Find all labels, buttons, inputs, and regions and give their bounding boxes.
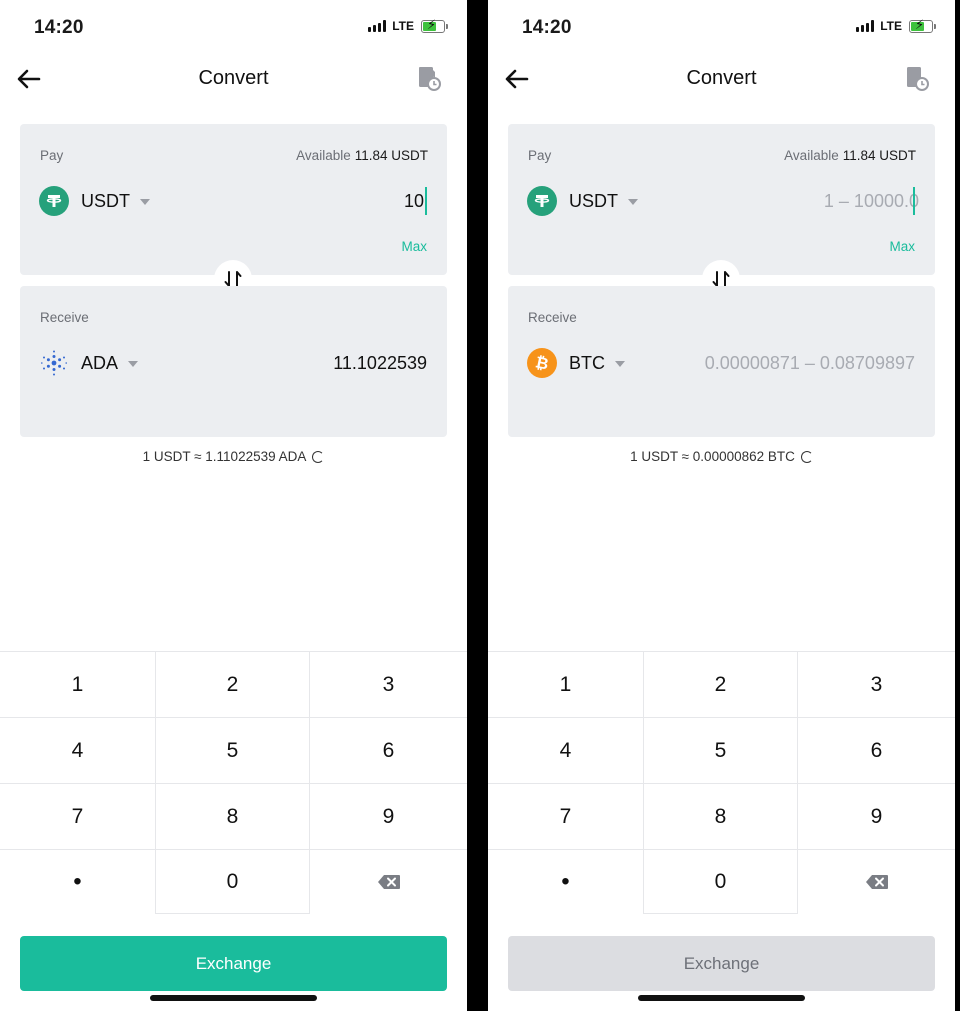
- chevron-down-icon: [128, 361, 139, 367]
- key-4[interactable]: 4: [488, 717, 643, 783]
- pay-coin-selector[interactable]: USDT: [527, 186, 638, 216]
- key-0[interactable]: 0: [643, 849, 798, 914]
- signal-icon: [368, 20, 387, 32]
- nav-bar: Convert: [0, 56, 467, 102]
- ada-icon: [39, 348, 69, 378]
- receive-card: Receive ₿ BTC 0.00000871 – 0.08709897: [508, 286, 935, 437]
- key-0[interactable]: 0: [155, 849, 310, 914]
- status-bar: 14:20 LTE ⚡: [0, 0, 467, 56]
- usdt-icon: [527, 186, 557, 216]
- receive-coin-selector[interactable]: ₿ BTC: [527, 348, 625, 378]
- chevron-down-icon: [628, 199, 638, 205]
- key-decimal[interactable]: •: [488, 849, 643, 914]
- pay-coin-name: USDT: [569, 190, 618, 211]
- key-5[interactable]: 5: [643, 717, 798, 783]
- network-type: LTE: [392, 19, 414, 33]
- pay-coin-name: USDT: [81, 190, 130, 211]
- pay-card: Pay Available 11.84 USDT USDT 10 Max: [20, 124, 447, 275]
- available-balance: Available 11.84 USDT: [296, 148, 428, 163]
- refresh-spinner-icon: [312, 450, 325, 463]
- status-bar: 14:20 LTE ⚡: [488, 0, 955, 56]
- receive-amount: 0.00000871 – 0.08709897: [704, 352, 915, 373]
- key-6[interactable]: 6: [310, 717, 467, 783]
- receive-coin-name: ADA: [81, 352, 119, 373]
- key-7[interactable]: 7: [488, 783, 643, 849]
- pay-coin-selector[interactable]: USDT: [39, 186, 150, 216]
- max-button[interactable]: Max: [401, 239, 427, 254]
- key-2[interactable]: 2: [643, 651, 798, 717]
- receive-label: Receive: [40, 310, 89, 325]
- status-time: 14:20: [34, 17, 84, 38]
- convert-screen-ada: 14:20 LTE ⚡ Convert Pay Available 11.84 U…: [0, 0, 467, 1011]
- backspace-icon: [865, 875, 888, 889]
- page-title: Convert: [686, 67, 757, 89]
- battery-icon: ⚡: [421, 18, 448, 33]
- numeric-keypad: 1 2 3 4 5 6 7 8 9 • 0: [0, 651, 467, 914]
- backspace-icon: [377, 875, 400, 889]
- receive-amount: 11.1022539: [333, 352, 427, 373]
- exchange-rate: 1 USDT ≈ 1.11022539 ADA: [0, 449, 467, 464]
- svg-text:₿: ₿: [534, 353, 551, 373]
- page-title: Convert: [198, 67, 269, 89]
- status-indicators: LTE ⚡: [856, 18, 936, 33]
- max-button[interactable]: Max: [889, 239, 915, 254]
- exchange-button[interactable]: Exchange: [20, 936, 447, 991]
- home-indicator: [638, 995, 805, 1001]
- status-time: 14:20: [522, 17, 572, 38]
- backspace-key[interactable]: [310, 849, 467, 914]
- order-history-icon[interactable]: [417, 65, 441, 91]
- nav-bar: Convert: [488, 56, 955, 102]
- key-9[interactable]: 9: [310, 783, 467, 849]
- status-indicators: LTE ⚡: [368, 18, 448, 33]
- available-balance: Available 11.84 USDT: [784, 148, 916, 163]
- order-history-icon[interactable]: [905, 65, 929, 91]
- key-9[interactable]: 9: [798, 783, 955, 849]
- key-7[interactable]: 7: [0, 783, 155, 849]
- key-decimal[interactable]: •: [0, 849, 155, 914]
- pay-card: Pay Available 11.84 USDT USDT 1 – 10000.0…: [508, 124, 935, 275]
- key-4[interactable]: 4: [0, 717, 155, 783]
- key-6[interactable]: 6: [798, 717, 955, 783]
- text-cursor: [913, 187, 915, 215]
- pay-label: Pay: [40, 148, 64, 163]
- network-type: LTE: [880, 19, 902, 33]
- usdt-icon: [39, 186, 69, 216]
- key-2[interactable]: 2: [155, 651, 310, 717]
- chevron-down-icon: [615, 361, 625, 367]
- key-1[interactable]: 1: [0, 651, 155, 717]
- backspace-key[interactable]: [798, 849, 955, 914]
- pay-amount-input[interactable]: 1 – 10000.0: [824, 186, 919, 216]
- key-8[interactable]: 8: [155, 783, 310, 849]
- signal-icon: [856, 20, 875, 32]
- key-5[interactable]: 5: [155, 717, 310, 783]
- btc-icon: ₿: [527, 348, 557, 378]
- key-3[interactable]: 3: [310, 651, 467, 717]
- convert-screen-btc: 14:20 LTE ⚡ Convert Pay Available 11.84 U…: [488, 0, 955, 1011]
- pay-label: Pay: [528, 148, 552, 163]
- receive-coin-name: BTC: [569, 352, 605, 373]
- receive-card: Receive ADA 11.1022539: [20, 286, 447, 437]
- exchange-rate: 1 USDT ≈ 0.00000862 BTC: [488, 449, 955, 464]
- battery-icon: ⚡: [909, 18, 936, 33]
- key-1[interactable]: 1: [488, 651, 643, 717]
- chevron-down-icon: [140, 199, 150, 205]
- exchange-button[interactable]: Exchange: [508, 936, 935, 991]
- refresh-spinner-icon: [800, 450, 813, 463]
- pay-amount-input[interactable]: 10: [404, 186, 427, 216]
- key-3[interactable]: 3: [798, 651, 955, 717]
- receive-coin-selector[interactable]: ADA: [39, 348, 139, 378]
- receive-label: Receive: [528, 310, 577, 325]
- text-cursor: [425, 187, 427, 215]
- key-8[interactable]: 8: [643, 783, 798, 849]
- home-indicator: [150, 995, 317, 1001]
- numeric-keypad: 1 2 3 4 5 6 7 8 9 • 0: [488, 651, 955, 914]
